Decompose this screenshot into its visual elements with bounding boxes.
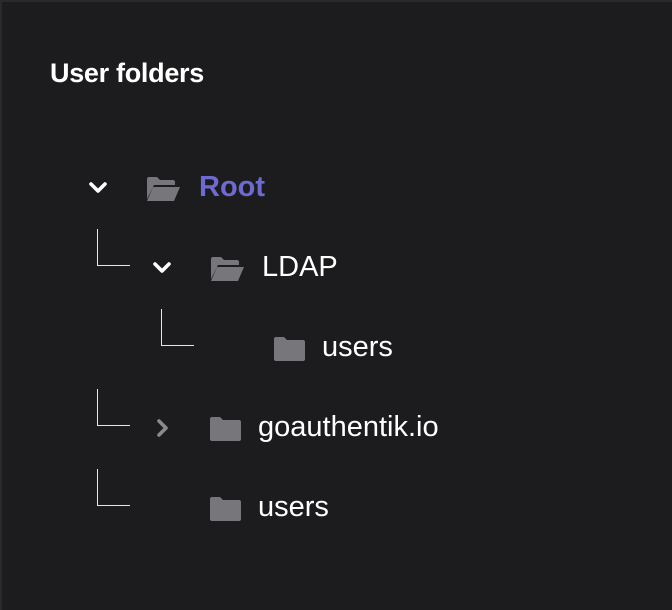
- tree-item-users[interactable]: users: [258, 491, 329, 524]
- chevron-down-icon: [153, 262, 171, 273]
- tree-item-ldap-users[interactable]: users: [322, 331, 393, 364]
- folder-icon: [210, 497, 241, 521]
- chevron-down-icon: [89, 182, 107, 193]
- tree-item-ldap[interactable]: LDAP: [262, 251, 338, 284]
- goauthentik-expand-toggle[interactable]: [149, 415, 175, 441]
- folder-icon: [210, 417, 241, 441]
- ldap-expand-toggle[interactable]: [149, 255, 175, 281]
- chevron-right-icon: [157, 419, 168, 437]
- tree-connector: [97, 469, 130, 506]
- folder-open-icon: [211, 257, 244, 281]
- tree-connector: [97, 389, 130, 426]
- root-expand-toggle[interactable]: [85, 175, 111, 201]
- tree-item-root[interactable]: Root: [199, 171, 265, 204]
- tree-connector: [161, 309, 194, 346]
- tree-item-goauthentik[interactable]: goauthentik.io: [258, 411, 439, 444]
- folder-tree: Root LDAP users goauthentik.io users: [0, 0, 672, 610]
- folder-icon: [274, 337, 305, 361]
- folder-open-icon: [147, 177, 180, 201]
- tree-connector: [97, 229, 130, 266]
